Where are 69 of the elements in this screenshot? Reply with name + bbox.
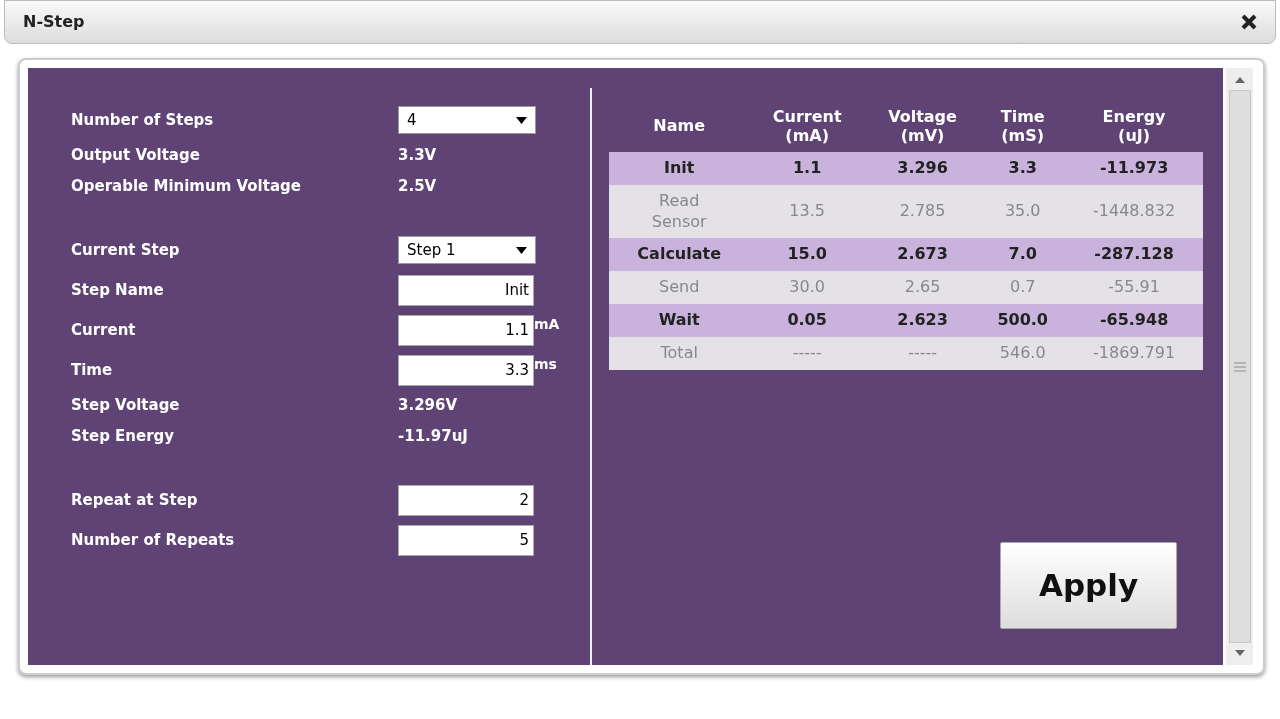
- table-cell: 13.5: [749, 184, 865, 239]
- dropdown[interactable]: Step 1: [398, 236, 536, 264]
- column-header: Name: [609, 100, 750, 152]
- unit-label: mA: [534, 315, 560, 334]
- table-cell: -1869.791: [1065, 336, 1203, 370]
- table-cell: 2.785: [864, 184, 981, 239]
- table-cell: 2.65: [864, 271, 981, 304]
- table-cell: -----: [864, 336, 981, 370]
- table-cell: -----: [749, 336, 865, 370]
- table-cell: -1448.832: [1065, 184, 1203, 239]
- table-cell: 2.673: [864, 238, 981, 272]
- table-cell: -11.973: [1065, 152, 1203, 185]
- table-cell: Send: [609, 271, 750, 304]
- up-arrow-icon[interactable]: [1234, 76, 1245, 84]
- field-label: Time: [71, 359, 114, 381]
- dropdown[interactable]: 4: [398, 106, 536, 134]
- input-field[interactable]: 2: [398, 484, 534, 516]
- grip-icon: [1233, 361, 1246, 372]
- dropdown-arrow-icon: [516, 246, 527, 254]
- input-field[interactable]: Init: [398, 274, 534, 306]
- unit-label: ms: [534, 355, 557, 374]
- table-cell: -65.948: [1065, 304, 1203, 337]
- column-header: Current (mA): [749, 100, 865, 152]
- field-label: Step Energy: [71, 426, 176, 448]
- table-cell: 0.05: [749, 304, 865, 337]
- field-label: Step Name: [71, 279, 165, 301]
- field-label: Output Voltage: [71, 145, 201, 167]
- table-cell: -55.91: [1065, 271, 1203, 304]
- table-cell: 2.623: [864, 304, 981, 337]
- column-header: Time (mS): [980, 100, 1066, 152]
- dropdown-arrow-icon: [516, 116, 527, 124]
- scrollbar[interactable]: [1226, 68, 1253, 665]
- field-label: Current Step: [71, 239, 181, 261]
- table-cell: Total: [609, 336, 750, 370]
- table-cell: 35.0: [980, 184, 1066, 239]
- table-cell: Read Sensor: [609, 184, 750, 239]
- table-cell: 30.0: [749, 271, 865, 304]
- column-header: Energy (uJ): [1065, 100, 1203, 152]
- input-field[interactable]: 3.3: [398, 354, 534, 386]
- table-cell: 0.7: [980, 271, 1066, 304]
- field-value: 3.3V: [398, 145, 437, 167]
- input-field[interactable]: 1.1: [398, 314, 534, 346]
- field-label: Operable Minimum Voltage: [71, 176, 302, 198]
- table-cell: 3.296: [864, 152, 981, 185]
- table-cell: 7.0: [980, 238, 1066, 272]
- field-label: Repeat at Step: [71, 489, 199, 511]
- table-cell: Init: [609, 152, 750, 185]
- window-title: N-Step: [23, 11, 85, 33]
- field-label: Number of Repeats: [71, 529, 236, 551]
- field-label: Step Voltage: [71, 395, 181, 417]
- field-label: Current: [71, 319, 137, 341]
- table-cell: Calculate: [609, 238, 750, 272]
- table-cell: 1.1: [749, 152, 865, 185]
- table-cell: Wait: [609, 304, 750, 337]
- table-cell: 15.0: [749, 238, 865, 272]
- column-header: Voltage (mV): [864, 100, 981, 152]
- apply-button[interactable]: Apply: [1000, 542, 1177, 629]
- scroll-thumb[interactable]: [1228, 90, 1251, 643]
- field-value: 3.296V: [398, 395, 458, 417]
- down-arrow-icon[interactable]: [1234, 649, 1245, 657]
- input-field[interactable]: 5: [398, 524, 534, 556]
- close-icon[interactable]: [1241, 14, 1257, 30]
- table-cell: 546.0: [980, 336, 1066, 370]
- table-cell: 3.3: [980, 152, 1066, 185]
- field-value: 2.5V: [398, 176, 437, 198]
- field-value: -11.97uJ: [398, 426, 468, 448]
- table-cell: -287.128: [1065, 238, 1203, 272]
- field-label: Number of Steps: [71, 109, 215, 131]
- table-cell: 500.0: [980, 304, 1066, 337]
